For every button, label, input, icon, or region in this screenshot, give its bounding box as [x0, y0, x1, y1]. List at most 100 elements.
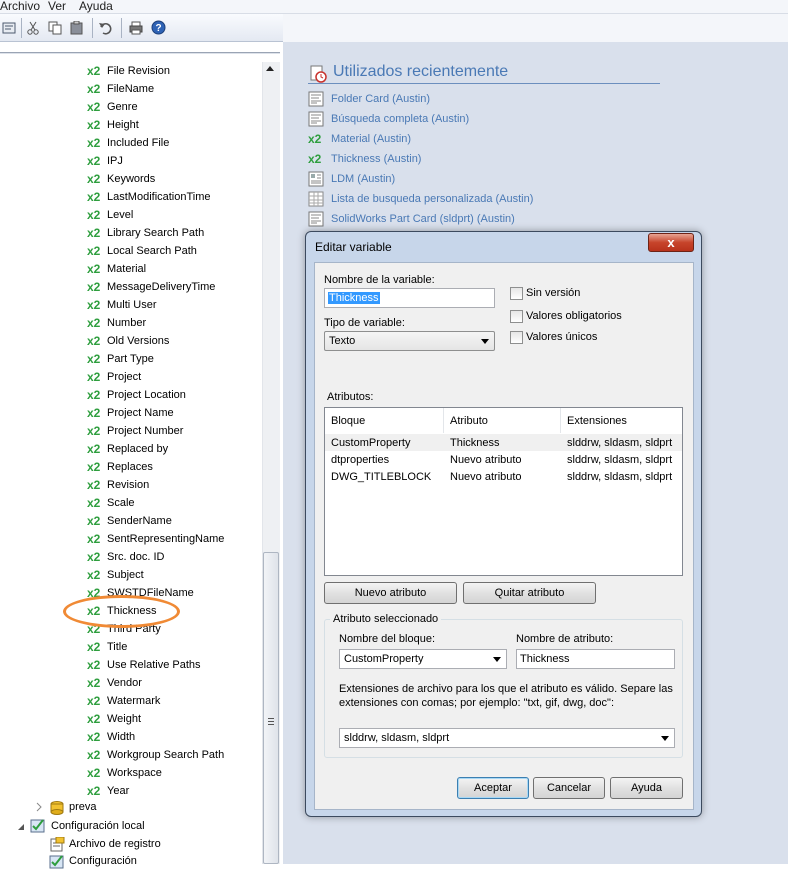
variable-x2-icon: x2 [87, 154, 101, 168]
toolbar-empty-area [283, 14, 788, 42]
tree-item[interactable]: x2 File Revision [87, 62, 170, 80]
help-button[interactable]: Ayuda [610, 777, 683, 799]
tree-item[interactable]: x2 Local Search Path [87, 242, 197, 260]
menu-archivo[interactable]: Archivo [0, 0, 40, 13]
tree-item[interactable]: x2 Use Relative Paths [87, 656, 201, 674]
block-name-label: Nombre del bloque: [339, 633, 436, 645]
recent-item[interactable]: SolidWorks Part Card (sldprt) (Austin) [308, 210, 515, 228]
undo-icon[interactable] [96, 19, 113, 36]
tree-item[interactable]: x2 Keywords [87, 170, 155, 188]
cell-bloque: DWG_TITLEBLOCK [331, 470, 432, 483]
tree-item[interactable]: x2 Old Versions [87, 332, 169, 350]
tree-item-label: Part Type [107, 353, 154, 365]
expand-arrow-icon[interactable] [35, 802, 43, 812]
tree-item[interactable]: x2 Project Location [87, 386, 186, 404]
tree-item-configuracion[interactable]: Configuración [69, 855, 137, 867]
table-row[interactable]: dtproperties Nuevo atributo slddrw, slda… [325, 451, 682, 468]
card-icon [308, 211, 331, 227]
tree-item[interactable]: x2 Project Number [87, 422, 183, 440]
tree-item[interactable]: x2 Genre [87, 98, 138, 116]
tree-item[interactable]: x2 Subject [87, 566, 144, 584]
tree-item[interactable]: x2 MessageDeliveryTime [87, 278, 215, 296]
tree-item[interactable]: x2 Year [87, 782, 129, 800]
tree-item[interactable]: x2 Src. doc. ID [87, 548, 164, 566]
scrollbar-thumb[interactable] [263, 552, 279, 864]
sin-version-checkbox[interactable] [510, 287, 523, 300]
paste-icon[interactable] [68, 19, 85, 36]
tree-item-label: Project [107, 371, 142, 383]
block-name-select[interactable]: CustomProperty [339, 649, 507, 669]
tree-item[interactable]: x2 Watermark [87, 692, 160, 710]
variable-x2-icon: x2 [87, 298, 101, 312]
tree-item[interactable]: x2 Included File [87, 134, 169, 152]
tree-item[interactable]: x2 Replaced by [87, 440, 168, 458]
column-header-extensiones[interactable]: Extensiones [561, 408, 682, 433]
recent-item[interactable]: LDM (Austin) [308, 170, 395, 188]
new-attribute-button[interactable]: Nuevo atributo [324, 582, 457, 604]
variable-x2-icon: x2 [87, 136, 101, 150]
copy-icon[interactable] [46, 19, 63, 36]
tree-item-config-local[interactable]: Configuración local [51, 820, 145, 832]
extensions-select[interactable]: slddrw, sldasm, sldprt [339, 728, 675, 748]
column-header-bloque[interactable]: Bloque [325, 408, 444, 433]
tree-item[interactable]: x2 Number [87, 314, 146, 332]
cell-extensiones: slddrw, sldasm, sldprt [567, 436, 673, 449]
tree-item[interactable]: x2 Vendor [87, 674, 142, 692]
tree-item[interactable]: x2 Workspace [87, 764, 162, 782]
tree-item[interactable]: x2 Project Name [87, 404, 174, 422]
tree-item[interactable]: x2 Library Search Path [87, 224, 204, 242]
accept-button[interactable]: Aceptar [457, 777, 529, 799]
menu-ver[interactable]: Ver [48, 0, 66, 13]
tree-item[interactable]: x2 Level [87, 206, 133, 224]
tree-item-label: File Revision [107, 65, 170, 77]
tree-item[interactable]: x2 Width [87, 728, 135, 746]
tree-item[interactable]: x2 FileName [87, 80, 154, 98]
close-button[interactable]: x [648, 233, 694, 252]
tree-item[interactable]: x2 LastModificationTime [87, 188, 211, 206]
attr-name-field[interactable]: Thickness [516, 649, 675, 669]
scroll-up-arrow-icon[interactable] [266, 66, 274, 71]
variable-x2-icon: x2 [87, 640, 101, 654]
tree-item[interactable]: x2 Title [87, 638, 127, 656]
recent-item[interactable]: x2 Thickness (Austin) [308, 150, 421, 168]
column-header-atributo[interactable]: Atributo [444, 408, 561, 433]
help-icon[interactable]: ? [150, 19, 167, 36]
print-icon[interactable] [127, 19, 144, 36]
tree-item-archivo-registro[interactable]: Archivo de registro [69, 838, 161, 850]
table-row[interactable]: DWG_TITLEBLOCK Nuevo atributo slddrw, sl… [325, 468, 682, 485]
tree-item[interactable]: x2 Height [87, 116, 139, 134]
tree-item[interactable]: x2 Project [87, 368, 141, 386]
tree-item[interactable]: x2 SenderName [87, 512, 172, 530]
menu-ayuda[interactable]: Ayuda [79, 0, 113, 13]
tree-item[interactable]: x2 Material [87, 260, 146, 278]
chevron-down-icon [661, 736, 669, 741]
tree-item[interactable]: x2 Scale [87, 494, 135, 512]
var-name-field[interactable]: Thickness [324, 288, 495, 308]
settings-checklist-icon [49, 854, 65, 870]
cancel-button[interactable]: Cancelar [533, 777, 605, 799]
tree-item[interactable]: x2 Replaces [87, 458, 153, 476]
tree-item[interactable]: x2 SentRepresentingName [87, 530, 224, 548]
tree-item[interactable]: x2 Weight [87, 710, 141, 728]
tree-item[interactable]: x2 Revision [87, 476, 149, 494]
recent-item[interactable]: Folder Card (Austin) [308, 90, 430, 108]
remove-attribute-button[interactable]: Quitar atributo [463, 582, 596, 604]
recent-item[interactable]: Lista de busqueda personalizada (Austin) [308, 190, 533, 208]
attributes-list[interactable]: Bloque Atributo Extensiones CustomProper… [324, 407, 683, 576]
tree-item[interactable]: x2 IPJ [87, 152, 123, 170]
tree-item[interactable]: x2 Workgroup Search Path [87, 746, 224, 764]
properties-icon[interactable] [0, 19, 17, 36]
obligatorios-checkbox[interactable] [510, 310, 523, 323]
unicos-checkbox[interactable] [510, 331, 523, 344]
collapse-arrow-icon[interactable] [17, 822, 25, 830]
var-type-select[interactable]: Texto [324, 331, 495, 351]
tree-item[interactable]: x2 Multi User [87, 296, 157, 314]
recent-item-label: Material (Austin) [331, 133, 412, 145]
recent-item[interactable]: x2 Material (Austin) [308, 130, 411, 148]
tree-item[interactable]: x2 Part Type [87, 350, 154, 368]
cut-icon[interactable] [24, 19, 41, 36]
recent-divider [308, 83, 660, 84]
recent-item[interactable]: Búsqueda completa (Austin) [308, 110, 469, 128]
tree-item-preva[interactable]: preva [69, 801, 97, 813]
table-row[interactable]: CustomProperty Thickness slddrw, sldasm,… [325, 434, 682, 451]
